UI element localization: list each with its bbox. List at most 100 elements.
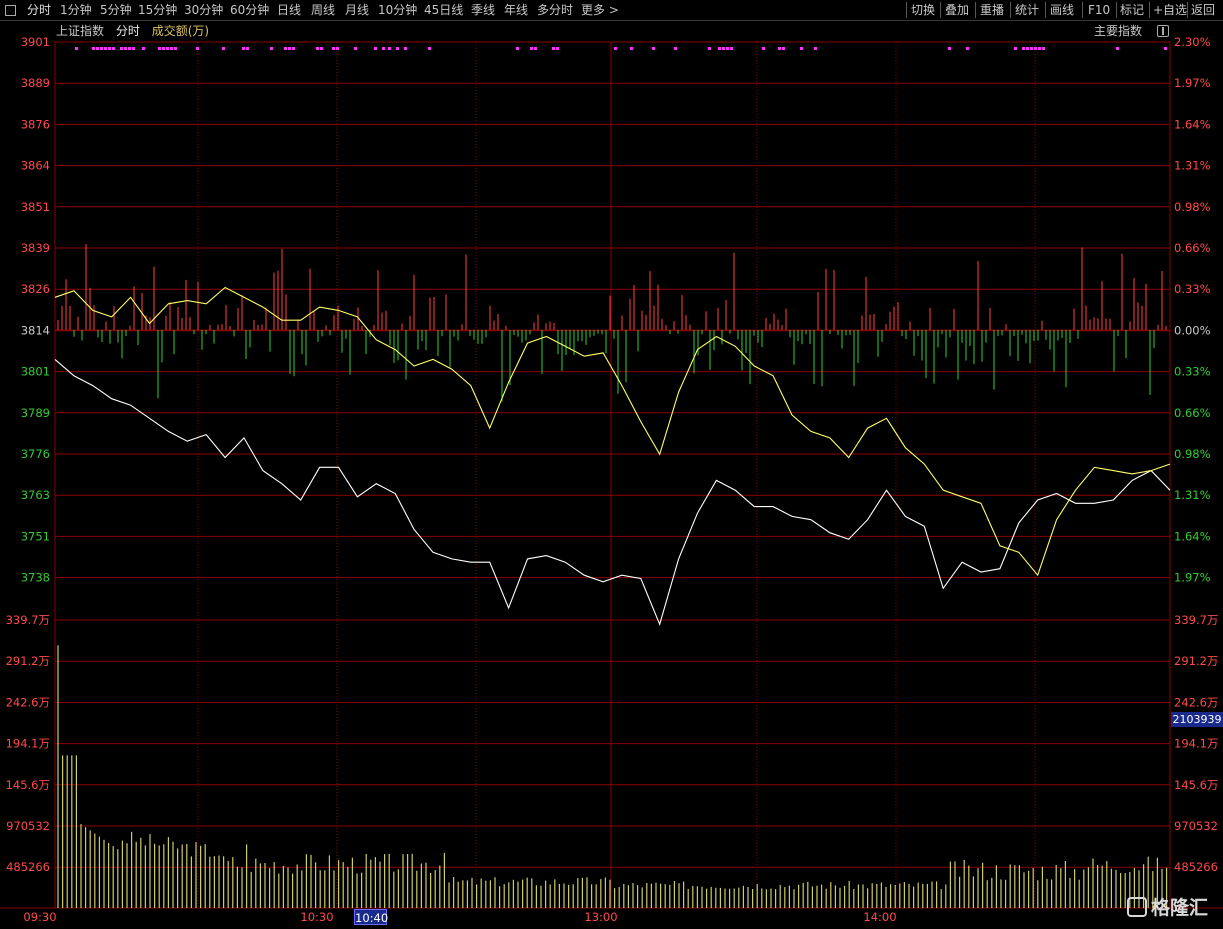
signal-dot <box>166 47 169 50</box>
period-tab-10[interactable]: 45日线 <box>424 0 463 20</box>
chart-header: 上证指数 分时 成交额(万) <box>56 23 217 39</box>
toolbar-separator <box>1116 2 1117 18</box>
signal-dot <box>222 47 225 50</box>
period-tab-8[interactable]: 月线 <box>345 0 369 20</box>
price-tick-label: 3751 <box>21 529 50 543</box>
signal-dot <box>96 47 99 50</box>
action-button-3[interactable]: 统计 <box>1015 0 1039 20</box>
signal-dot <box>242 47 245 50</box>
main-index-button[interactable]: 主要指数 <box>1094 23 1142 39</box>
volume-tick-label: 485266 <box>1174 860 1218 874</box>
signal-dot <box>718 47 721 50</box>
window-menu-icon[interactable] <box>5 5 16 16</box>
signal-dot <box>652 47 655 50</box>
period-tab-2[interactable]: 5分钟 <box>100 0 132 20</box>
period-tab-3[interactable]: 15分钟 <box>138 0 177 20</box>
toolbar-separator <box>1187 2 1188 18</box>
signal-dot <box>92 47 95 50</box>
cursor-time-badge: 10:40 <box>354 909 389 925</box>
signal-dot <box>1164 47 1167 50</box>
volume-tick-label: 485266 <box>6 860 50 874</box>
period-tab-0[interactable]: 分时 <box>27 0 51 20</box>
signal-dot <box>288 47 291 50</box>
time-tick-label: 10:30 <box>300 910 333 924</box>
pct-tick-label: 1.97% <box>1174 571 1211 585</box>
period-tab-4[interactable]: 30分钟 <box>184 0 223 20</box>
action-button-4[interactable]: 画线 <box>1050 0 1074 20</box>
period-tab-5[interactable]: 60分钟 <box>230 0 269 20</box>
signal-dot <box>674 47 677 50</box>
action-button-2[interactable]: 重播 <box>980 0 1004 20</box>
pct-tick-label: 0.98% <box>1174 447 1211 461</box>
action-button-5[interactable]: F10 <box>1088 0 1110 20</box>
time-tick-label: 14:00 <box>863 910 896 924</box>
period-tab-6[interactable]: 日线 <box>277 0 301 20</box>
toolbar-separator <box>1010 2 1011 18</box>
signal-dot <box>100 47 103 50</box>
signal-dot <box>1026 47 1029 50</box>
period-tab-9[interactable]: 10分钟 <box>378 0 417 20</box>
pct-tick-label: 1.31% <box>1174 488 1211 502</box>
watermark-logo: 格隆汇 <box>1127 893 1208 920</box>
volume-tick-label: 194.1万 <box>1174 737 1218 751</box>
price-tick-label: 3826 <box>21 282 50 296</box>
volume-tick-label: 339.7万 <box>6 613 50 627</box>
signal-dot <box>1014 47 1017 50</box>
signal-dot <box>336 47 339 50</box>
signal-dot <box>534 47 537 50</box>
signal-dot <box>174 47 177 50</box>
period-tab-11[interactable]: 季线 <box>471 0 495 20</box>
signal-dot <box>552 47 555 50</box>
signal-dot <box>708 47 711 50</box>
period-tab-13[interactable]: 多分时 <box>537 0 573 20</box>
watermark-icon <box>1127 896 1147 917</box>
chart-mode[interactable]: 分时 <box>116 24 140 38</box>
period-tab-7[interactable]: 周线 <box>311 0 335 20</box>
signal-dot <box>104 47 107 50</box>
signal-dot <box>374 47 377 50</box>
signal-dot <box>762 47 765 50</box>
signal-dot <box>1116 47 1119 50</box>
signal-dot <box>270 47 273 50</box>
signal-dot <box>730 47 733 50</box>
signal-dot <box>112 47 115 50</box>
signal-dot <box>948 47 951 50</box>
signal-dot <box>120 47 123 50</box>
pct-tick-label: 0.98% <box>1174 200 1211 214</box>
period-tab-1[interactable]: 1分钟 <box>60 0 92 20</box>
signal-dot <box>530 47 533 50</box>
signal-dot <box>158 47 161 50</box>
signal-dot <box>778 47 781 50</box>
signal-dot <box>556 47 559 50</box>
volume-tick-label: 145.6万 <box>1174 778 1218 792</box>
pct-tick-label: 1.97% <box>1174 76 1211 90</box>
toolbar-separator <box>906 2 907 18</box>
intraday-chart: 3901 2.30% 3889 1.97% 3876 1.64% 3864 1.31% 3851… <box>0 35 1223 924</box>
price-tick-label: 3901 <box>21 35 50 49</box>
pct-tick-label: 0.33% <box>1174 365 1211 379</box>
signal-dot <box>1034 47 1037 50</box>
price-tick-label: 3814 <box>21 323 50 337</box>
signal-dot <box>170 47 173 50</box>
action-button-6[interactable]: 标记 <box>1120 0 1144 20</box>
period-tab-14[interactable]: 更多 > <box>581 0 619 20</box>
signal-dot <box>428 47 431 50</box>
action-button-1[interactable]: 叠加 <box>945 0 969 20</box>
volume-tick-label: 242.6万 <box>1174 695 1218 709</box>
signal-dot <box>800 47 803 50</box>
action-button-8[interactable]: 返回 <box>1191 0 1215 20</box>
signal-dot <box>382 47 385 50</box>
period-tab-12[interactable]: 年线 <box>504 0 528 20</box>
price-tick-label: 3851 <box>21 200 50 214</box>
signal-dot <box>142 47 145 50</box>
collapse-panel-icon[interactable] <box>1157 25 1169 37</box>
indicator-name[interactable]: 成交额(万) <box>152 24 209 38</box>
signal-dot <box>966 47 969 50</box>
time-tick-label: 09:30 <box>23 910 56 924</box>
action-button-7[interactable]: +自选 <box>1153 0 1187 20</box>
action-button-0[interactable]: 切换 <box>911 0 935 20</box>
watermark-text: 格隆汇 <box>1151 897 1209 919</box>
signal-dot <box>132 47 135 50</box>
signal-dot <box>1022 47 1025 50</box>
price-tick-label: 3789 <box>21 406 50 420</box>
